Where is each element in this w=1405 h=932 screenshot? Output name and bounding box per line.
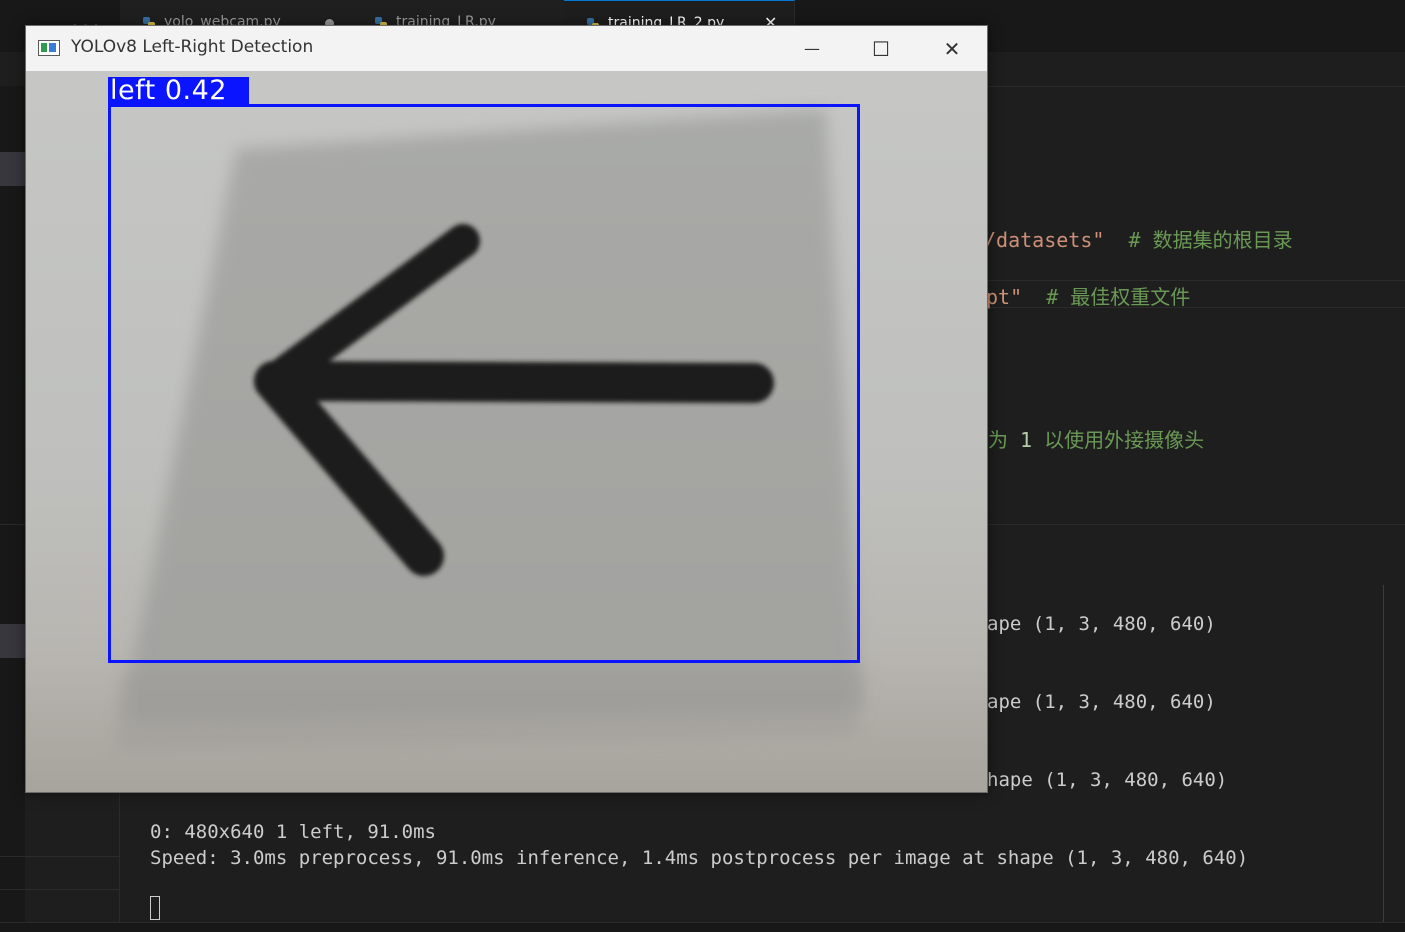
paper-shadow [116,671,866,751]
app-icon [38,40,60,56]
panel-divider [0,856,119,857]
code-comment: 为 [988,428,1021,452]
code-string: pt" [986,285,1023,309]
minimize-button[interactable]: — [782,26,842,71]
code-line[interactable]: pt" # 最佳权重文件 [986,281,1190,310]
window-title: YOLOv8 Left-Right Detection [71,37,314,57]
code-string: /datasets" [984,228,1105,252]
code-line[interactable]: /datasets" # 数据集的根目录 [984,224,1293,253]
detection-bounding-box [108,104,860,663]
code-line[interactable]: 为 1 以使用外接摄像头 [988,424,1204,453]
panel-divider [0,889,119,890]
maximize-button[interactable]: ☐ [851,26,911,71]
terminal-line: ape (1, 3, 480, 640) [987,613,1216,635]
explorer-sidebar [0,86,25,931]
close-button[interactable]: ✕ [922,26,982,71]
explorer-selected-item[interactable] [0,624,25,658]
code-comment: # 数据集的根目录 [1128,228,1293,252]
detection-window[interactable]: YOLOv8 Left-Right Detection — ☐ ✕ left 0… [25,25,988,793]
detection-label: left 0.42 [108,77,249,105]
terminal-cursor[interactable] [150,896,160,920]
window-titlebar[interactable]: YOLOv8 Left-Right Detection — ☐ ✕ [26,26,987,71]
panel-divider [119,790,120,931]
terminal-scrollbar[interactable] [1383,585,1405,923]
terminal-line: ape (1, 3, 480, 640) [987,691,1216,713]
explorer-selected-item[interactable] [0,152,25,186]
code-number: 1 [1020,428,1033,452]
terminal-result-line: 0: 480x640 1 left, 91.0ms [150,821,436,843]
terminal-line: hape (1, 3, 480, 640) [987,769,1228,791]
code-comment: # 最佳权重文件 [1046,285,1191,309]
camera-frame: left 0.42 [26,71,987,792]
code-comment: 以使用外接摄像头 [1032,428,1205,452]
terminal-speed-line: Speed: 3.0ms preprocess, 91.0ms inferenc… [150,847,1249,869]
